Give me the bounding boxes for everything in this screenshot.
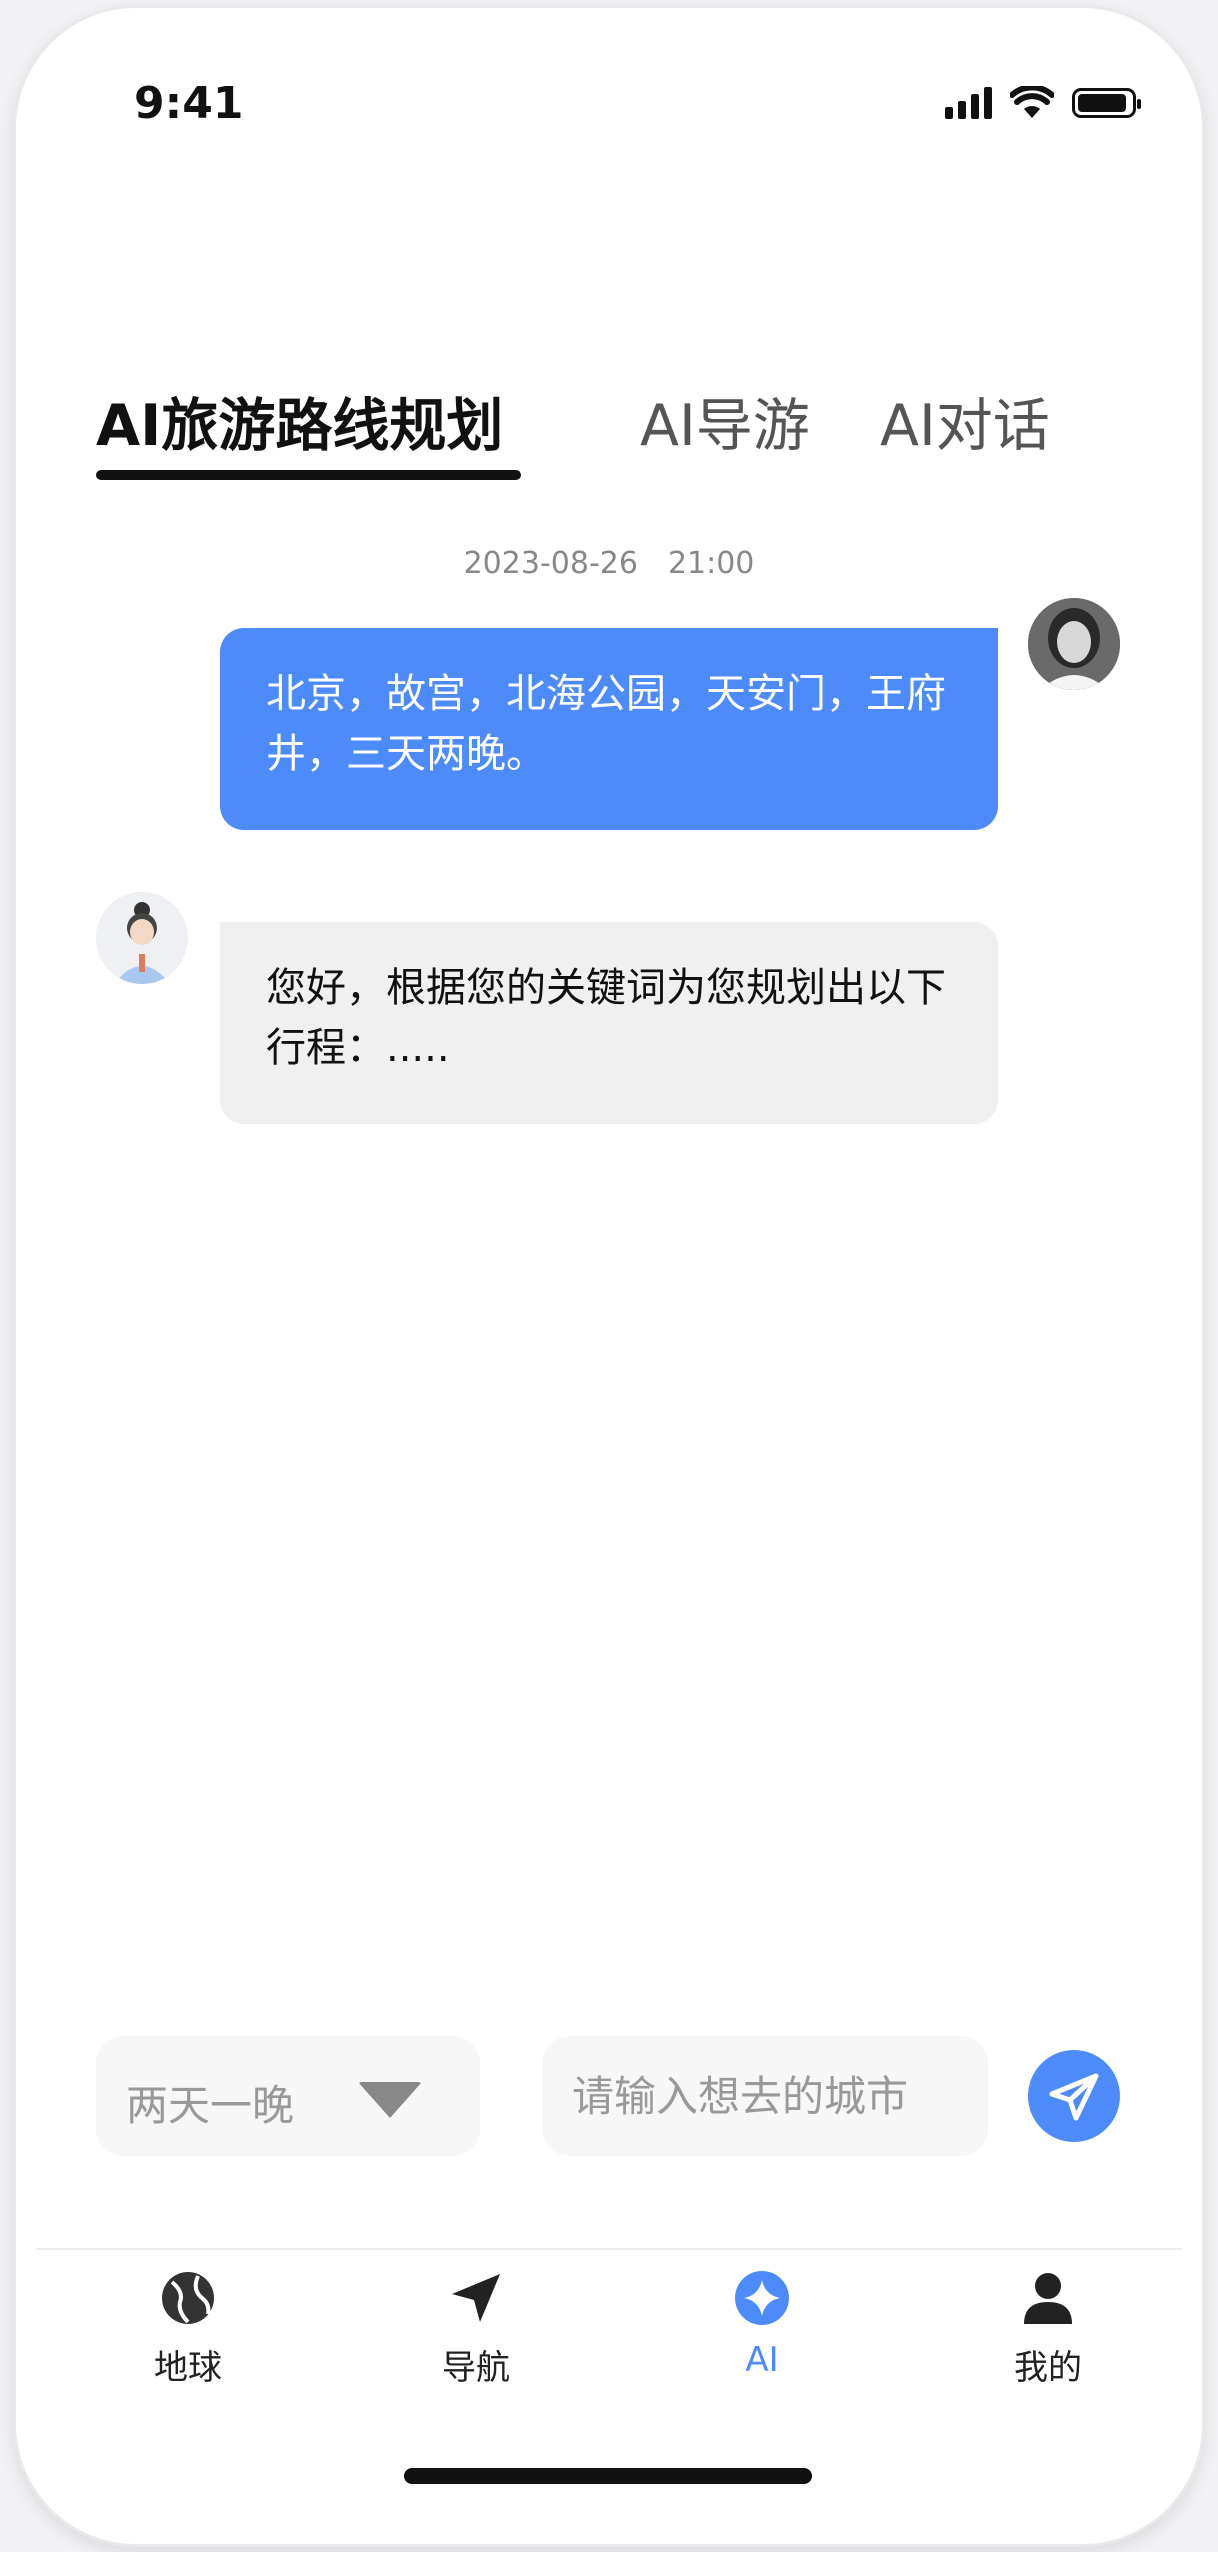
send-button[interactable] bbox=[1028, 2050, 1120, 2142]
status-icons bbox=[945, 86, 1141, 120]
globe-icon bbox=[162, 2272, 214, 2324]
tab-ai-route-planning[interactable]: AI旅游路线规划 bbox=[96, 380, 503, 462]
ai-assistant-avatar bbox=[96, 892, 188, 984]
ai-sparkle-icon bbox=[735, 2271, 789, 2325]
nav-label-globe: 地球 bbox=[154, 2348, 222, 2388]
user-icon bbox=[1024, 2273, 1072, 2324]
wifi-icon bbox=[1010, 86, 1054, 118]
nav-label-navigation: 导航 bbox=[442, 2348, 510, 2388]
nav-item-profile[interactable]: 我的 bbox=[958, 2268, 1138, 2389]
nav-label-ai: AI bbox=[745, 2340, 779, 2380]
bottom-nav: 地球 导航 AI 我的 bbox=[16, 2268, 1202, 2408]
nav-item-navigation[interactable]: 导航 bbox=[386, 2268, 566, 2389]
user-avatar[interactable] bbox=[1028, 598, 1120, 690]
paper-plane-icon bbox=[1049, 2073, 1099, 2121]
tab-bar: AI旅游路线规划 AI导游 AI对话 bbox=[16, 380, 1202, 480]
duration-selected-value: 两天一晚 bbox=[126, 2081, 295, 2130]
duration-dropdown[interactable]: 两天一晚 bbox=[96, 2036, 480, 2156]
active-tab-indicator bbox=[96, 470, 521, 480]
battery-icon bbox=[1072, 88, 1141, 118]
status-time: 9:41 bbox=[134, 78, 244, 129]
user-message-bubble: 北京，故宫，北海公园，天安门，王府井，三天两晚。 bbox=[220, 628, 998, 830]
phone-screen: 9:41 AI旅游路线规划 AI导游 AI对话 2023-08-26 21:00… bbox=[16, 8, 1202, 2544]
tab-ai-chat[interactable]: AI对话 bbox=[880, 380, 1050, 462]
chat-timestamp: 2023-08-26 21:00 bbox=[463, 546, 755, 581]
nav-item-globe[interactable]: 地球 bbox=[98, 2268, 278, 2389]
navigation-arrow-icon bbox=[452, 2274, 500, 2322]
ai-message-bubble: 您好，根据您的关键词为您规划出以下行程：..... bbox=[220, 922, 998, 1124]
nav-item-ai[interactable]: AI bbox=[672, 2268, 852, 2380]
cellular-signal-icon bbox=[945, 87, 992, 119]
city-input[interactable] bbox=[542, 2036, 988, 2156]
tab-ai-guide[interactable]: AI导游 bbox=[640, 380, 810, 462]
nav-label-profile: 我的 bbox=[1014, 2348, 1082, 2388]
home-indicator[interactable] bbox=[404, 2468, 812, 2484]
bottom-nav-divider bbox=[36, 2248, 1182, 2250]
caret-down-icon bbox=[358, 2082, 422, 2118]
